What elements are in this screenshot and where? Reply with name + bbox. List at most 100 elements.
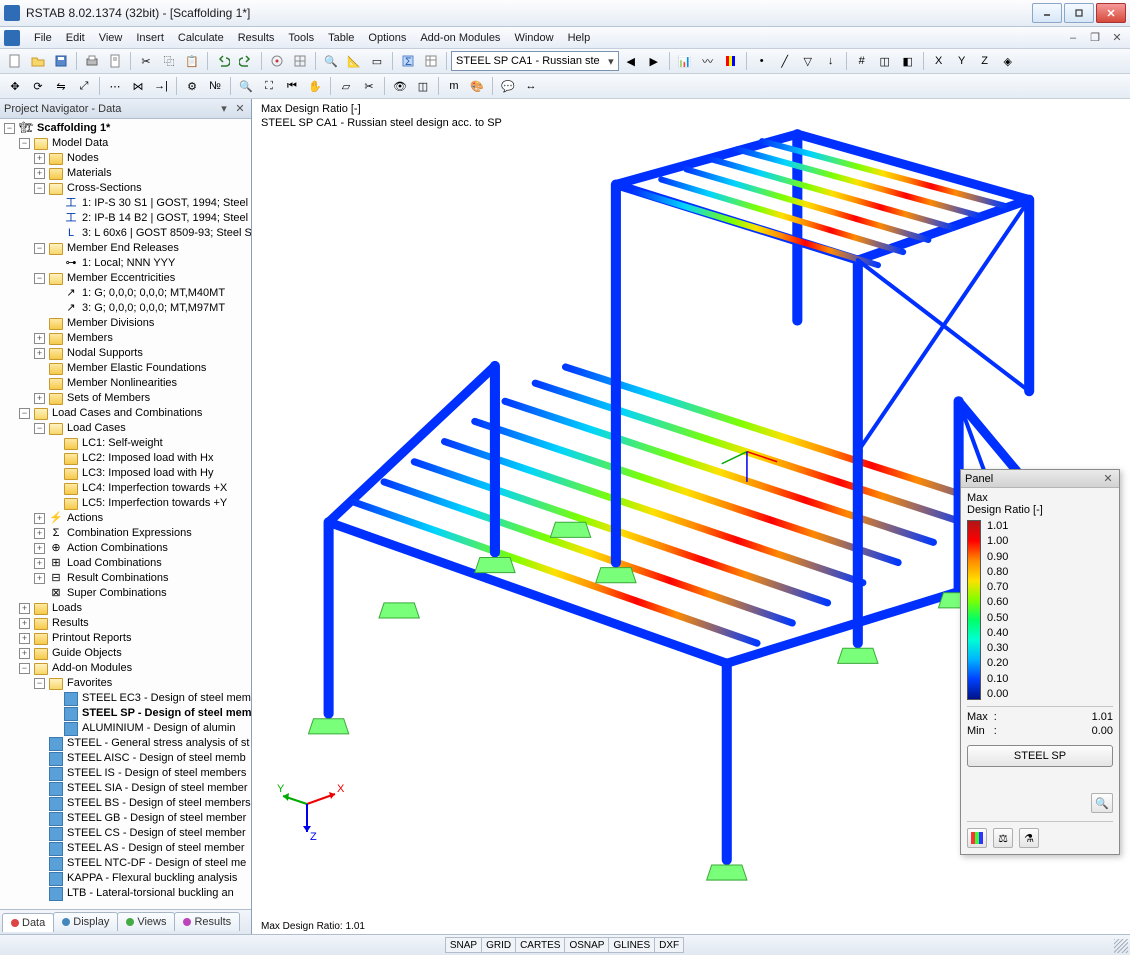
dimension-icon[interactable]: ↔ <box>520 75 542 97</box>
close-button[interactable] <box>1096 3 1126 23</box>
menu-table[interactable]: Table <box>322 30 360 46</box>
undo-icon[interactable] <box>212 50 234 72</box>
status-grid[interactable]: GRID <box>481 937 516 953</box>
tree-mnl[interactable]: Member Nonlinearities <box>65 376 177 391</box>
new-icon[interactable] <box>4 50 26 72</box>
tree-item[interactable]: LC1: Self-weight <box>80 436 163 451</box>
member-icon[interactable]: ╱ <box>774 50 796 72</box>
tree-item[interactable]: STEEL BS - Design of steel members <box>65 796 251 811</box>
tree-model-data[interactable]: Model Data <box>50 136 108 151</box>
zoom-prev-icon[interactable]: ⏮ <box>281 75 303 97</box>
menu-file[interactable]: File <box>28 30 58 46</box>
menu-tools[interactable]: Tools <box>282 30 320 46</box>
tree-lcc[interactable]: Load Cases and Combinations <box>50 406 202 421</box>
next-case-icon[interactable]: ▶ <box>643 50 665 72</box>
tree-item[interactable]: 1: IP-S 30 S1 | GOST, 1994; Steel <box>80 196 248 211</box>
loadcase-combo[interactable]: STEEL SP CA1 - Russian ste <box>451 51 619 71</box>
status-glines[interactable]: GLINES <box>608 937 655 953</box>
rotate-icon[interactable]: ⟳ <box>27 75 49 97</box>
tree-item[interactable]: LC2: Imposed load with Hx <box>80 451 213 466</box>
tree-nodal-supports[interactable]: Nodal Supports <box>65 346 143 361</box>
tree-item[interactable]: LC5: Imperfection towards +Y <box>80 496 227 511</box>
transparency-icon[interactable]: ◧ <box>897 50 919 72</box>
tree-materials[interactable]: Materials <box>65 166 112 181</box>
view-z-icon[interactable]: Z <box>974 50 996 72</box>
tab-results[interactable]: Results <box>174 912 240 931</box>
tree-item[interactable]: STEEL CS - Design of steel member <box>65 826 246 841</box>
tree-item[interactable]: STEEL IS - Design of steel members <box>65 766 246 781</box>
workplane-icon[interactable]: ▱ <box>335 75 357 97</box>
tree-item[interactable]: STEEL - General stress analysis of st <box>65 736 249 751</box>
tree-results[interactable]: Results <box>50 616 89 631</box>
menu-view[interactable]: View <box>93 30 129 46</box>
tree-item[interactable]: 1: G; 0,0,0; 0,0,0; MT,M40MT <box>80 286 225 301</box>
tree-supercomb[interactable]: Super Combinations <box>65 586 167 601</box>
tree-mef[interactable]: Member Elastic Foundations <box>65 361 206 376</box>
isometric-icon[interactable]: ◈ <box>997 50 1019 72</box>
units-icon[interactable]: m <box>443 75 465 97</box>
menu-insert[interactable]: Insert <box>130 30 170 46</box>
connect-icon[interactable]: ⋈ <box>127 75 149 97</box>
generate-icon[interactable]: ⚙ <box>181 75 203 97</box>
panel-options-icon[interactable]: 🔍 <box>1091 793 1113 813</box>
paste-icon[interactable]: 📋 <box>181 50 203 72</box>
tree-item[interactable]: LC3: Imposed load with Hy <box>80 466 213 481</box>
view-y-icon[interactable]: Y <box>951 50 973 72</box>
tree-resultcomb[interactable]: Result Combinations <box>65 571 169 586</box>
snap-icon[interactable] <box>266 50 288 72</box>
panel-tab-colors-icon[interactable] <box>967 828 987 848</box>
tab-data[interactable]: Data <box>2 913 54 932</box>
printout-report-icon[interactable] <box>104 50 126 72</box>
select-icon[interactable]: ▭ <box>366 50 388 72</box>
save-icon[interactable] <box>50 50 72 72</box>
menu-edit[interactable]: Edit <box>60 30 91 46</box>
tree-nodes[interactable]: Nodes <box>65 151 99 166</box>
prev-case-icon[interactable]: ◀ <box>620 50 642 72</box>
navigator-tree[interactable]: −🏗Scaffolding 1* −Model Data +Nodes +Mat… <box>0 121 251 907</box>
colorscale-icon[interactable] <box>720 50 742 72</box>
measure-icon[interactable]: 📐 <box>343 50 365 72</box>
tree-members[interactable]: Members <box>65 331 113 346</box>
comment-icon[interactable]: 💬 <box>497 75 519 97</box>
status-dxf[interactable]: DXF <box>654 937 684 953</box>
zoom-window-icon[interactable]: 🔍 <box>235 75 257 97</box>
clip-icon[interactable]: ✂ <box>358 75 380 97</box>
results-panel[interactable]: Panel ✕ Max Design Ratio [-] 1.011.00 0.… <box>960 469 1120 855</box>
tree-item[interactable]: ALUMINIUM - Design of alumin <box>80 721 235 736</box>
results-toggle-icon[interactable]: 📊 <box>674 50 696 72</box>
steel-sp-button[interactable]: STEEL SP <box>967 745 1113 767</box>
resize-grip[interactable] <box>1114 939 1128 953</box>
tree-guide[interactable]: Guide Objects <box>50 646 122 661</box>
scale-icon[interactable]: ⤢ <box>73 75 95 97</box>
tree-item[interactable]: STEEL NTC-DF - Design of steel me <box>65 856 246 871</box>
redo-icon[interactable] <box>235 50 257 72</box>
panel-close-icon[interactable]: ✕ <box>1101 472 1115 486</box>
divide-icon[interactable]: ⋯ <box>104 75 126 97</box>
tree-load-cases[interactable]: Load Cases <box>65 421 126 436</box>
colors-icon[interactable]: 🎨 <box>466 75 488 97</box>
root-node[interactable]: Scaffolding 1* <box>35 121 110 136</box>
tree-item[interactable]: 3: L 60x6 | GOST 8509-93; Steel S <box>80 226 251 241</box>
pan-icon[interactable]: ✋ <box>304 75 326 97</box>
tree-addon[interactable]: Add-on Modules <box>50 661 132 676</box>
mdi-restore-button[interactable]: ❐ <box>1086 31 1104 45</box>
numbering-icon[interactable]: # <box>851 50 873 72</box>
tree-favorites[interactable]: Favorites <box>65 676 112 691</box>
renumber-icon[interactable]: № <box>204 75 226 97</box>
tree-member-eccentricities[interactable]: Member Eccentricities <box>65 271 175 286</box>
minimize-button[interactable] <box>1032 3 1062 23</box>
tree-combexpr[interactable]: Combination Expressions <box>65 526 192 541</box>
tree-cross-sections[interactable]: Cross-Sections <box>65 181 142 196</box>
find-icon[interactable]: 🔍 <box>320 50 342 72</box>
tree-item[interactable]: KAPPA - Flexural buckling analysis <box>65 871 237 886</box>
calculate-icon[interactable]: Σ <box>397 50 419 72</box>
navigator-dropdown-icon[interactable]: ▾ <box>217 102 231 116</box>
render-icon[interactable]: ◫ <box>874 50 896 72</box>
grid-icon[interactable] <box>289 50 311 72</box>
open-icon[interactable] <box>27 50 49 72</box>
model-viewport[interactable]: Max Design Ratio [-] STEEL SP CA1 - Russ… <box>252 99 1130 934</box>
copy-icon[interactable]: ⿻ <box>158 50 180 72</box>
tree-item[interactable]: STEEL GB - Design of steel member <box>65 811 246 826</box>
mdi-close-button[interactable]: ✕ <box>1108 31 1126 45</box>
support-icon[interactable]: ▽ <box>797 50 819 72</box>
